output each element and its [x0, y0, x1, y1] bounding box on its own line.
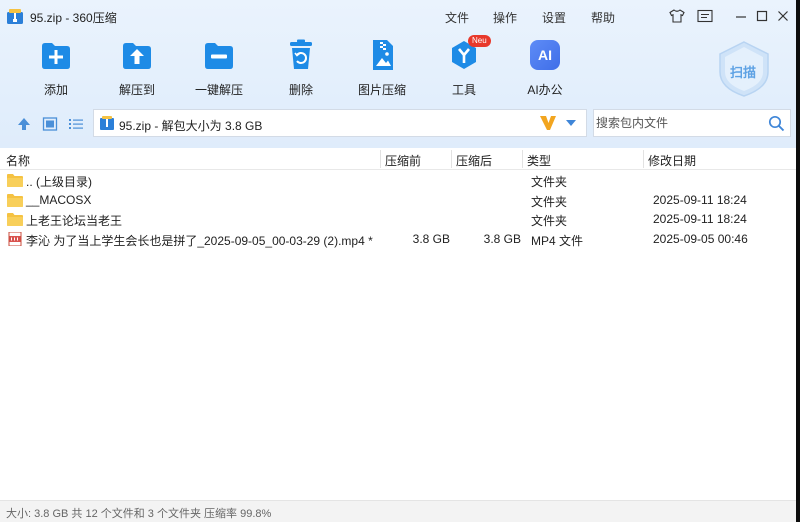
list-header: 名称 压缩前 压缩后 类型 修改日期 [0, 148, 800, 170]
scan-button[interactable]: 扫描 [716, 40, 772, 98]
status-bar: 大小: 3.8 GB 共 12 个文件和 3 个文件夹 压缩率 99.8% [0, 500, 800, 522]
address-row: 95.zip - 解包大小为 3.8 GB [0, 108, 800, 140]
menu-help[interactable]: 帮助 [591, 9, 615, 26]
file-name: .. (上级目录) [26, 175, 92, 189]
zip-app-icon [7, 9, 23, 24]
tools-label: 工具 [451, 83, 476, 97]
scan-label: 扫描 [730, 65, 757, 80]
extract-to-label: 解压到 [118, 83, 155, 97]
status-text: 大小: 3.8 GB 共 12 个文件和 3 个文件夹 压缩率 99.8% [6, 508, 272, 520]
folder-icon [7, 174, 23, 187]
one-click-extract-button[interactable]: 一键解压 [183, 38, 255, 98]
column-modified[interactable]: 修改日期 [648, 152, 696, 169]
ai-glyph: AI [538, 47, 552, 63]
column-divider[interactable] [380, 150, 381, 168]
menu-settings[interactable]: 设置 [542, 9, 566, 26]
thumbnail-view-icon[interactable] [42, 116, 58, 132]
file-date: 2025-09-11 18:24 [653, 193, 747, 207]
menu-operate[interactable]: 操作 [493, 9, 517, 26]
close-button[interactable] [772, 6, 794, 26]
file-type: 文件夹 [531, 175, 568, 189]
add-button[interactable]: 添加 [20, 38, 92, 98]
file-type: MP4 文件 [531, 234, 584, 248]
delete-label: 删除 [288, 83, 313, 97]
column-divider[interactable] [451, 150, 452, 168]
minimize-icon [736, 16, 746, 18]
ai-office-button[interactable]: AI AI办公 [509, 38, 581, 98]
file-name: 上老王论坛当老王 [26, 214, 123, 228]
column-divider[interactable] [643, 150, 644, 168]
image-compress-button[interactable]: 图片压缩 [346, 38, 418, 98]
header-area: 95.zip - 360压缩 文件 操作 设置 帮助 添加 解压到 一键解压 删… [0, 0, 800, 148]
file-date: 2025-09-11 18:24 [653, 212, 747, 226]
message-icon [697, 9, 713, 23]
address-bar[interactable]: 95.zip - 解包大小为 3.8 GB [93, 109, 587, 137]
extract-to-icon [123, 43, 151, 69]
extract-to-button[interactable]: 解压到 [101, 38, 173, 98]
maximize-icon [756, 10, 768, 22]
file-type: 文件夹 [531, 195, 568, 209]
image-compress-icon [373, 40, 393, 70]
column-after[interactable]: 压缩后 [456, 152, 492, 169]
search-input[interactable] [595, 111, 763, 135]
file-size-after: 3.8 GB [483, 232, 521, 246]
delete-button[interactable]: 删除 [265, 38, 337, 98]
file-row[interactable]: .. (上级目录) 文件夹 [0, 170, 800, 190]
minimize-button[interactable] [730, 6, 752, 26]
ai-office-label: AI办公 [527, 83, 563, 97]
file-name: __MACOSX [26, 193, 92, 207]
column-name[interactable]: 名称 [6, 152, 30, 169]
column-type[interactable]: 类型 [527, 152, 551, 169]
file-row[interactable]: 李沁 为了当上学生会长也是拼了_2025-09-05_00-03-29 (2).… [0, 229, 800, 249]
app-window: 95.zip - 360压缩 文件 操作 设置 帮助 添加 解压到 一键解压 删… [0, 0, 800, 522]
maximize-button[interactable] [751, 6, 773, 26]
file-row[interactable]: 上老王论坛当老王 文件夹 2025-09-11 18:24 [0, 209, 800, 229]
add-icon [42, 43, 70, 69]
file-type: 文件夹 [531, 214, 568, 228]
column-divider[interactable] [522, 150, 523, 168]
close-icon [778, 11, 788, 21]
ai-office-icon: AI [530, 40, 560, 70]
folder-icon [7, 213, 23, 226]
delete-icon [290, 39, 312, 69]
feedback-button[interactable] [694, 6, 716, 26]
video-file-icon [8, 232, 22, 246]
shirt-icon [669, 9, 685, 23]
address-text: 95.zip - 解包大小为 3.8 GB [119, 119, 263, 133]
tools-button[interactable]: Neu 工具 [428, 35, 500, 98]
search-box [593, 109, 791, 137]
one-click-extract-icon [205, 43, 233, 69]
add-label: 添加 [43, 83, 68, 97]
file-date: 2025-09-05 00:46 [653, 232, 748, 246]
file-name: 李沁 为了当上学生会长也是拼了_2025-09-05_00-03-29 (2).… [26, 234, 373, 248]
skin-button[interactable] [666, 6, 688, 26]
search-icon[interactable] [768, 115, 785, 132]
list-view-icon[interactable] [68, 116, 84, 132]
address-dropdown-icon[interactable] [566, 120, 576, 126]
screen-edge [796, 0, 800, 522]
one-click-extract-label: 一键解压 [194, 83, 243, 97]
window-title: 95.zip - 360压缩 [30, 11, 117, 25]
zip-file-icon [100, 116, 114, 130]
folder-icon [7, 194, 23, 207]
up-arrow-icon[interactable] [16, 116, 32, 132]
file-size-before: 3.8 GB [412, 232, 450, 246]
title-bar: 95.zip - 360压缩 文件 操作 设置 帮助 [0, 0, 800, 32]
menu-file[interactable]: 文件 [445, 9, 469, 26]
file-row[interactable]: __MACOSX 文件夹 2025-09-11 18:24 [0, 190, 800, 210]
new-badge: Neu [468, 35, 491, 47]
column-before[interactable]: 压缩前 [385, 152, 421, 169]
image-compress-label: 图片压缩 [357, 83, 406, 97]
v-logo-icon[interactable] [539, 114, 557, 132]
